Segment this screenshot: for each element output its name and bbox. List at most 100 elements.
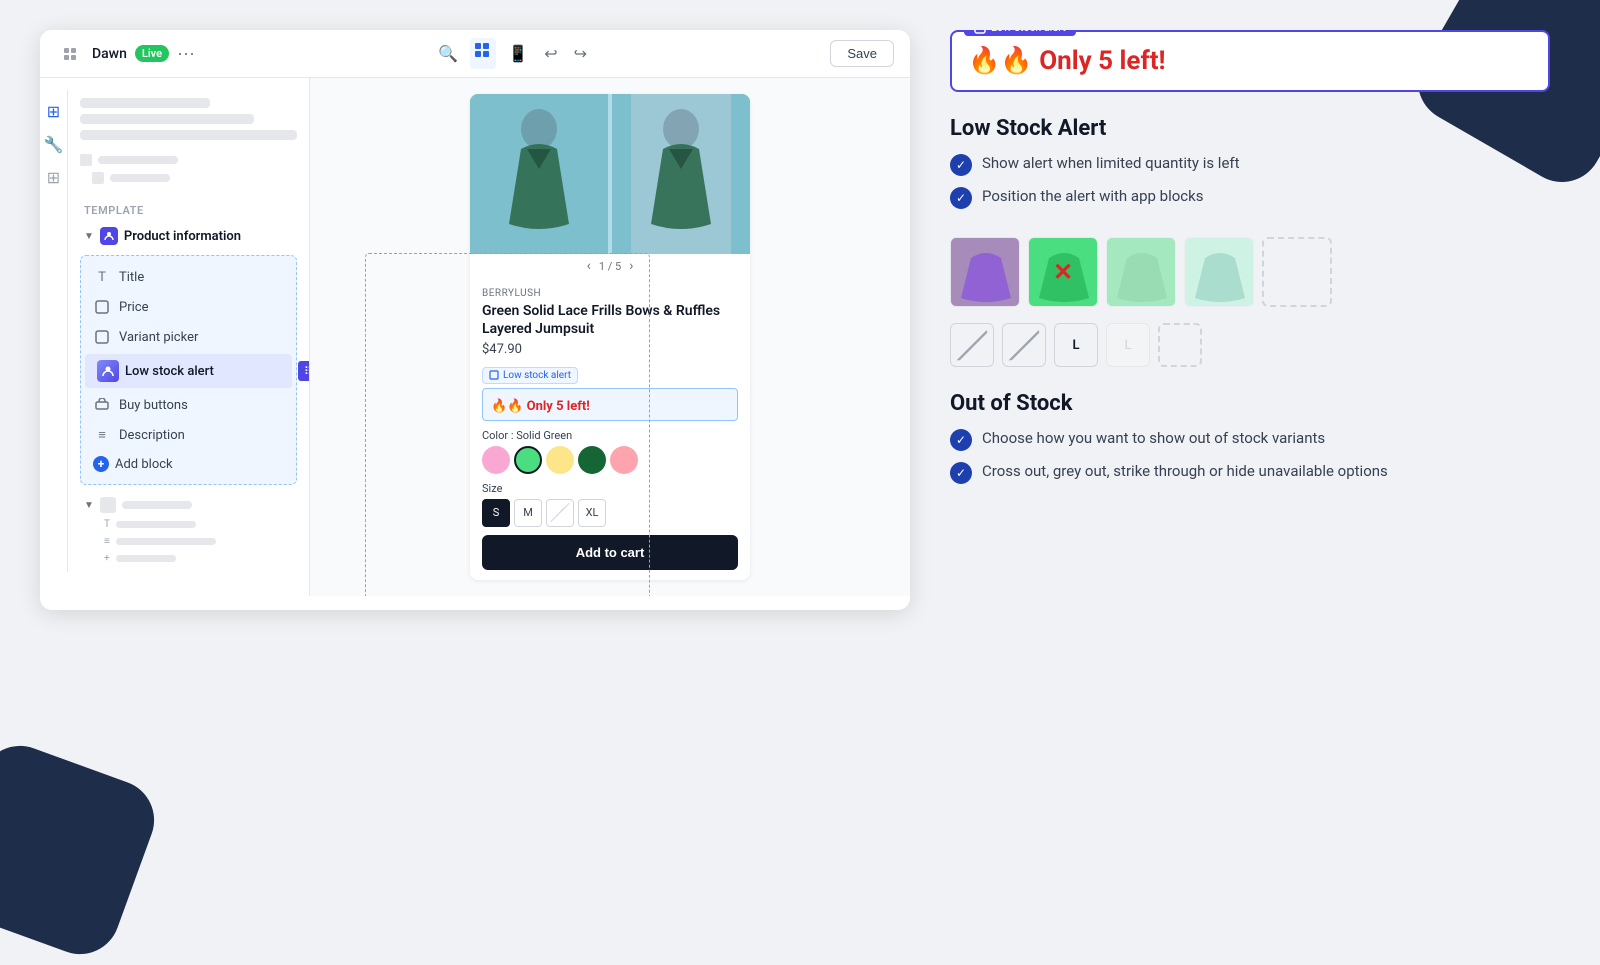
oos-feature-text-2: Cross out, grey out, strike through or h…: [982, 461, 1388, 482]
add-to-cart-button[interactable]: Add to cart: [482, 535, 738, 570]
alert-box-text: 🔥🔥 Only 5 left!: [491, 399, 590, 414]
drag-handle[interactable]: ⠿: [298, 361, 310, 381]
sidebar-panel: ⊞ 🔧 ⊞: [40, 78, 310, 596]
block-label-buy: Buy buttons: [119, 398, 188, 413]
redo-button[interactable]: ↪: [570, 40, 591, 68]
product-info-row[interactable]: ▼ Product information: [68, 221, 309, 251]
oos-feature-item-2: ✓ Cross out, grey out, strike through or…: [950, 461, 1550, 484]
blocks-container: T Title Price: [80, 255, 297, 485]
swatch-yellow[interactable]: [546, 446, 574, 474]
toolbar-center: 🔍 📱 ↩ ↪: [203, 38, 822, 69]
oos-thumb-1: [950, 237, 1020, 307]
toolbar-left: Dawn Live ···: [56, 40, 195, 68]
add-block-label: Add block: [115, 457, 173, 472]
toolbar-right: Save: [830, 40, 894, 67]
carousel-count: 1 / 5: [599, 260, 621, 273]
back-button[interactable]: [56, 40, 84, 68]
block-item-buy[interactable]: Buy buttons: [81, 390, 296, 420]
oos-thumb-3: [1106, 237, 1176, 307]
oos-thumb-5: [1262, 237, 1332, 307]
alert-badge: Low stock alert: [482, 367, 578, 384]
block-item-low-stock[interactable]: Low stock alert ⠿: [85, 354, 292, 388]
feature-item-2: ✓ Position the alert with app blocks: [950, 186, 1550, 209]
feature-text-1: Show alert when limited quantity is left: [982, 153, 1240, 174]
more-button[interactable]: ···: [177, 43, 195, 64]
product-card: ‹ 1 / 5 › BERRYLUSH Green Solid Lace Fri…: [470, 94, 750, 580]
oos-feature-text-1: Choose how you want to show out of stock…: [982, 428, 1325, 449]
color-swatches: [482, 446, 738, 474]
main-container: Dawn Live ··· 🔍 📱 ↩ ↪: [0, 0, 1600, 900]
alert-tag-text: Low stock alert: [991, 30, 1066, 34]
oos-preview: L L: [950, 237, 1550, 367]
product-image-2: [612, 94, 750, 254]
block-label-variant: Variant picker: [119, 330, 198, 345]
size-strikethrough[interactable]: ⟋: [546, 499, 574, 527]
swatch-dark-green[interactable]: [578, 446, 606, 474]
feature-text-2: Position the alert with app blocks: [982, 186, 1203, 207]
undo-button[interactable]: ↩: [540, 40, 561, 68]
alert-preview-tag: Low stock alert: [964, 30, 1076, 36]
check-icon-1: ✓: [950, 154, 972, 176]
add-block-btn[interactable]: +: [93, 456, 109, 472]
product-price: $47.90: [482, 342, 738, 357]
live-badge: Live: [135, 45, 169, 62]
oos-size-l-active: L: [1054, 323, 1098, 367]
nav-icon-blocks[interactable]: ⊞: [47, 168, 60, 187]
search-button[interactable]: 🔍: [434, 40, 462, 68]
feature-item-1: ✓ Show alert when limited quantity is le…: [950, 153, 1550, 176]
price-block-icon: [93, 298, 111, 316]
oos-size-empty: [1158, 323, 1202, 367]
oos-thumb-2: [1028, 237, 1098, 307]
block-item-variant[interactable]: Variant picker: [81, 322, 296, 352]
low-stock-heading: Low Stock Alert: [950, 116, 1550, 141]
editor-toolbar: Dawn Live ··· 🔍 📱 ↩ ↪: [40, 30, 910, 78]
carousel-nav[interactable]: ‹ 1 / 5 ›: [470, 254, 750, 278]
check-icon-2: ✓: [950, 187, 972, 209]
size-options: S M ⟋ XL: [482, 499, 738, 527]
block-item-title[interactable]: T Title: [81, 262, 296, 292]
swatch-rose[interactable]: [610, 446, 638, 474]
oos-section: Out of Stock ✓ Choose how you want to sh…: [950, 391, 1550, 484]
size-s[interactable]: S: [482, 499, 510, 527]
mobile-view-button[interactable]: 📱: [504, 40, 532, 68]
editor-window: Dawn Live ··· 🔍 📱 ↩ ↪: [40, 30, 910, 610]
right-panel: Low stock alert 🔥🔥 Only 5 left! Low Stoc…: [940, 30, 1560, 512]
oos-heading: Out of Stock: [950, 391, 1550, 416]
product-alert-box: 🔥🔥 Only 5 left!: [482, 388, 738, 421]
oos-images-row: [950, 237, 1550, 307]
swatch-green[interactable]: [514, 446, 542, 474]
block-label-price: Price: [119, 300, 148, 315]
alert-badge-text: Low stock alert: [503, 370, 571, 381]
oos-check-icon-1: ✓: [950, 429, 972, 451]
oos-size-strike: [950, 323, 994, 367]
nav-icon-apps[interactable]: 🔧: [44, 135, 64, 154]
product-images-row: [470, 94, 750, 254]
title-block-icon: T: [93, 268, 111, 286]
variant-block-icon: [93, 328, 111, 346]
block-item-description[interactable]: ≡ Description: [81, 420, 296, 450]
size-xl[interactable]: XL: [578, 499, 606, 527]
low-stock-block-icon: [97, 360, 119, 382]
product-brand: BERRYLUSH: [482, 288, 738, 299]
carousel-prev[interactable]: ‹: [587, 258, 591, 274]
block-label-description: Description: [119, 428, 185, 443]
product-image-1: [470, 94, 608, 254]
oos-size-plus: [1002, 323, 1046, 367]
alert-preview-container: Low stock alert 🔥🔥 Only 5 left!: [950, 30, 1550, 92]
buy-block-icon: [93, 396, 111, 414]
low-stock-section: Low Stock Alert ✓ Show alert when limite…: [950, 116, 1550, 209]
grid-view-button[interactable]: [470, 38, 496, 69]
expand-arrow: ▼: [84, 231, 94, 242]
carousel-next[interactable]: ›: [629, 258, 633, 274]
alert-preview-content: 🔥🔥 Only 5 left!: [968, 46, 1532, 76]
save-button[interactable]: Save: [830, 40, 894, 67]
oos-size-row: L L: [950, 323, 1550, 367]
size-m[interactable]: M: [514, 499, 542, 527]
editor-body: ⊞ 🔧 ⊞: [40, 78, 910, 596]
nav-icon-sections[interactable]: ⊞: [47, 102, 60, 121]
swatch-pink[interactable]: [482, 446, 510, 474]
product-info-label: Product information: [124, 229, 241, 244]
block-item-price[interactable]: Price: [81, 292, 296, 322]
color-label: Color : Solid Green: [482, 429, 738, 442]
add-block-row[interactable]: + Add block: [81, 450, 296, 478]
